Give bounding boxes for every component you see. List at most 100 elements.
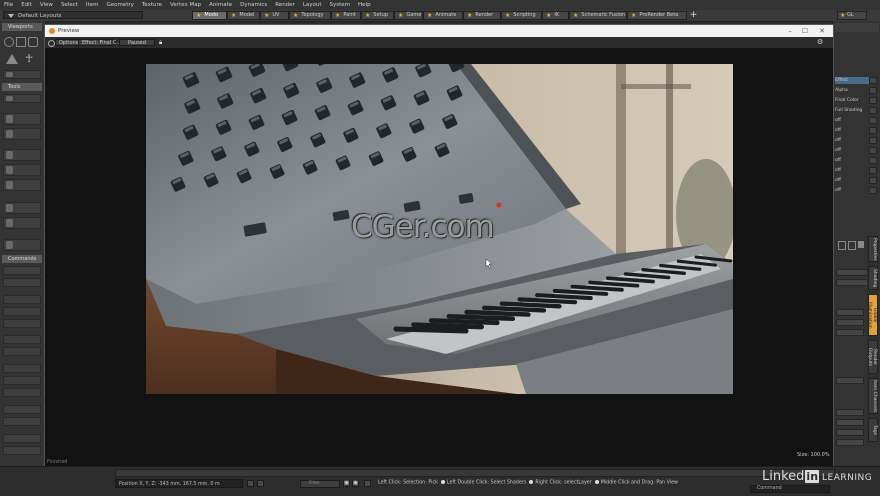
property-field[interactable] [836, 409, 864, 416]
shader-list-item[interactable]: off [835, 177, 869, 184]
commands-header[interactable]: Commands [2, 255, 42, 263]
tab-model[interactable]: ★ Model [227, 11, 260, 20]
vertical-tab[interactable]: Item Channels [868, 378, 878, 414]
shader-list-item[interactable]: off [835, 157, 869, 164]
shader-list-item[interactable]: off [835, 167, 869, 174]
dropdown-arrow-icon[interactable] [869, 107, 877, 114]
pause-button[interactable]: Paused [119, 39, 155, 46]
tab-topology[interactable]: ★ Topology [289, 11, 331, 20]
filter-slider[interactable]: Filter [300, 480, 340, 488]
menu-item-texture[interactable]: Texture [138, 2, 166, 8]
effect-selector[interactable]: Effect: Final C... [78, 39, 121, 46]
settings-icon[interactable]: ⚙︎ [817, 38, 823, 46]
menu-item-animate[interactable]: Animate [205, 2, 236, 8]
dropdown-arrow-icon[interactable] [869, 77, 877, 84]
dropdown-arrow-icon[interactable] [869, 147, 877, 154]
maximize-button[interactable]: ☐ [798, 25, 812, 37]
menu-item-system[interactable]: System [326, 2, 355, 8]
shader-list-item[interactable]: Alpha [835, 87, 869, 94]
dropdown-arrow-icon[interactable] [869, 127, 877, 134]
screen-icon[interactable]: ▣ [352, 480, 359, 487]
command-input[interactable]: Command [750, 485, 830, 493]
trash-icon[interactable] [858, 241, 864, 248]
lock-icon[interactable]: 🔒︎ [159, 39, 164, 46]
tab-render[interactable]: ★ Render [463, 11, 501, 20]
vertical-tab[interactable]: Global Illumination [867, 294, 878, 336]
tab-prorender-beta[interactable]: ★ ProRender Beta [627, 11, 687, 20]
command-button[interactable] [3, 388, 41, 397]
menu-item-edit[interactable]: Edit [17, 2, 36, 8]
triangle-icon[interactable] [6, 54, 18, 64]
tool-button[interactable] [3, 113, 41, 125]
command-button[interactable] [3, 319, 41, 328]
tab-game[interactable]: ★ Game [394, 11, 423, 20]
menu-item-select[interactable]: Select [57, 2, 82, 8]
dropdown-arrow-icon[interactable] [869, 87, 877, 94]
shader-list-item[interactable]: off [835, 147, 869, 154]
tool-button[interactable] [3, 70, 41, 79]
tool-button[interactable] [3, 202, 41, 214]
menu-item-help[interactable]: Help [354, 2, 375, 8]
shader-list-item[interactable]: Full Shading [835, 107, 869, 114]
dropdown-arrow-icon[interactable] [869, 177, 877, 184]
copy-icon[interactable] [838, 241, 846, 250]
command-button[interactable] [3, 335, 41, 344]
command-button[interactable] [3, 417, 41, 426]
shader-list-item[interactable]: off [835, 127, 869, 134]
tool-button[interactable] [3, 239, 41, 251]
tool-button[interactable] [3, 179, 41, 191]
menu-item-file[interactable]: File [0, 2, 17, 8]
tool-button[interactable] [3, 164, 41, 176]
shader-list-item[interactable]: off [835, 137, 869, 144]
command-button[interactable] [3, 446, 41, 455]
grid-icon[interactable] [16, 37, 26, 47]
tool-button[interactable] [3, 128, 41, 140]
shader-list-item[interactable]: off [835, 117, 869, 124]
property-field[interactable] [836, 329, 864, 336]
vertical-tab[interactable]: Properties [868, 236, 878, 262]
command-button[interactable] [3, 266, 41, 275]
shader-list-item[interactable]: Effect [835, 77, 869, 84]
command-button[interactable] [3, 434, 41, 443]
vertical-tab[interactable]: Tags [868, 418, 878, 442]
command-button[interactable] [3, 278, 41, 287]
tab-uv[interactable]: ★ UV [260, 11, 289, 20]
tool-button[interactable] [3, 149, 41, 161]
command-button[interactable] [3, 295, 41, 304]
screen-icon[interactable]: ▣ [343, 480, 350, 487]
menu-item-geometry[interactable]: Geometry [102, 2, 137, 8]
command-button[interactable] [3, 347, 41, 356]
shader-list-item[interactable]: Final Color [835, 97, 869, 104]
add-tab-button[interactable]: + [689, 11, 698, 20]
gear-icon[interactable] [48, 40, 55, 47]
tab-scripting[interactable]: ★ Scripting [501, 11, 542, 20]
tools-header[interactable]: Tools [2, 83, 42, 91]
dropdown-arrow-icon[interactable] [869, 167, 877, 174]
menu-item-layout[interactable]: Layout [299, 2, 326, 8]
dropdown-arrow-icon[interactable] [869, 97, 877, 104]
property-field[interactable] [836, 439, 864, 446]
toggle-icon[interactable] [257, 480, 264, 487]
keys-icon[interactable] [364, 480, 371, 487]
tool-button[interactable] [3, 94, 41, 103]
menu-item-vertex-map[interactable]: Vertex Map [166, 2, 205, 8]
minimize-button[interactable]: – [783, 25, 797, 37]
vertical-tab[interactable]: Render Outputs [867, 340, 878, 374]
property-field[interactable] [836, 309, 864, 316]
property-field[interactable] [836, 279, 868, 286]
tab-animate[interactable]: ★ Animate [423, 11, 463, 20]
command-button[interactable] [3, 405, 41, 414]
property-field[interactable] [836, 419, 864, 426]
gear-icon[interactable] [4, 37, 14, 47]
gl-button[interactable]: ★ GL [837, 11, 867, 20]
property-field[interactable] [836, 319, 864, 326]
vertical-tab[interactable]: Shading [868, 266, 878, 290]
close-button[interactable]: ✕ [815, 25, 829, 37]
tab-ik[interactable]: ★ IK [542, 11, 569, 20]
tab-modo[interactable]: ★ Modo [192, 11, 227, 20]
command-button[interactable] [3, 364, 41, 373]
timeline-strip[interactable] [115, 469, 835, 477]
tab-paint[interactable]: ★ Paint [331, 11, 361, 20]
tab-setup[interactable]: ★ Setup [361, 11, 394, 20]
dropdown-arrow-icon[interactable] [869, 137, 877, 144]
